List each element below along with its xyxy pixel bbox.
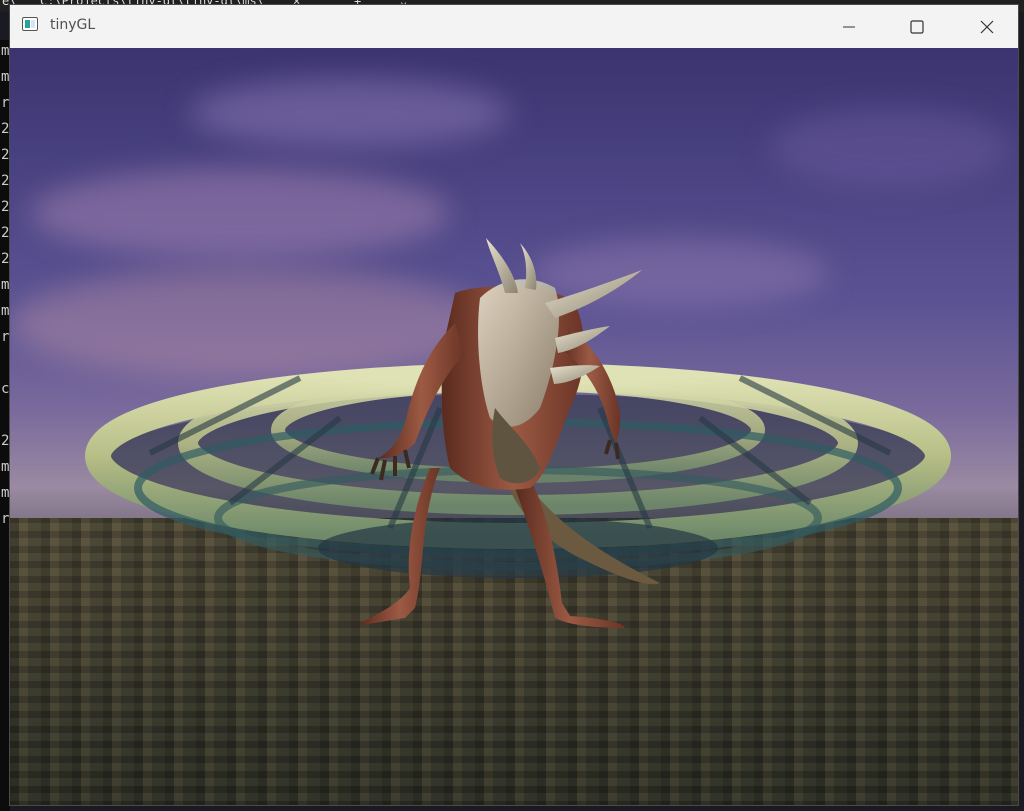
- title-bar[interactable]: tinyGL: [10, 5, 1018, 48]
- close-icon: [980, 20, 994, 33]
- minimize-button[interactable]: [826, 5, 872, 48]
- window-title: tinyGL: [50, 17, 96, 33]
- close-button[interactable]: [964, 5, 1010, 48]
- tinygl-window: tinyGL: [9, 4, 1019, 806]
- app-icon: [22, 17, 38, 31]
- maximize-icon: [910, 19, 924, 34]
- minimize-icon: [843, 26, 855, 27]
- scene-render: [85, 238, 951, 628]
- gl-viewport[interactable]: [10, 48, 1018, 805]
- maximize-button[interactable]: [894, 5, 940, 48]
